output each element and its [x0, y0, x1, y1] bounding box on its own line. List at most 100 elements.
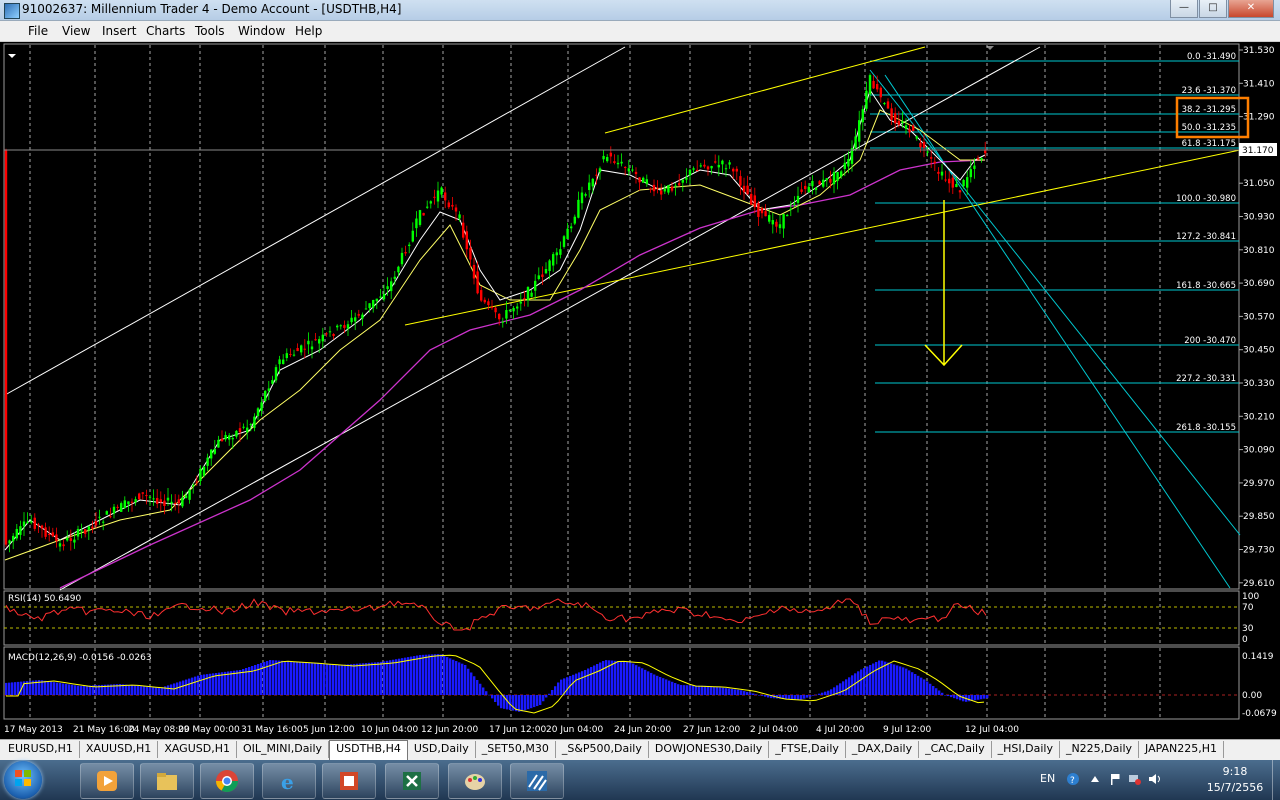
symbol-tab[interactable]: OIL_MINI,Daily — [237, 741, 330, 758]
menu-help[interactable]: Help — [295, 24, 322, 38]
candle-body — [717, 164, 720, 168]
menu-charts[interactable]: Charts — [146, 24, 185, 38]
network-icon[interactable] — [1128, 772, 1142, 786]
symbol-tab[interactable]: _SET50,M30 — [476, 741, 556, 758]
macd-bar — [386, 660, 389, 695]
candle-body — [141, 492, 144, 494]
clock[interactable]: 9:18 15/7/2556 — [1200, 764, 1270, 796]
start-button[interactable] — [4, 761, 42, 799]
menu-file[interactable]: File — [28, 24, 48, 38]
tray-arrow-icon[interactable] — [1088, 772, 1102, 786]
symbol-tab[interactable]: _S&P500,Daily — [556, 741, 649, 758]
chart-window[interactable]: 31.53031.41031.29031.17031.05030.93030.8… — [0, 42, 1280, 738]
macd-bar — [341, 664, 344, 695]
symbol-tab[interactable]: USDTHB,H4 — [329, 740, 408, 760]
candle-body — [436, 190, 440, 202]
taskbar-explorer[interactable] — [140, 763, 194, 799]
taskbar-chrome[interactable] — [200, 763, 254, 799]
fib-level-label: 200 -30.470 — [1184, 336, 1236, 346]
show-desktop-button[interactable] — [1272, 760, 1280, 800]
candle-body — [915, 136, 918, 139]
time-axis-label: 9 Jul 12:00 — [883, 725, 932, 735]
macd-bar — [932, 686, 935, 695]
macd-bar — [536, 695, 539, 707]
symbol-tab[interactable]: _FTSE,Daily — [769, 741, 846, 758]
candle-body — [314, 339, 317, 341]
symbol-tab[interactable]: EURUSD,H1 — [2, 741, 80, 758]
symbol-tab[interactable]: USD,Daily — [408, 741, 476, 758]
taskbar-trader[interactable] — [510, 763, 564, 799]
macd-bar — [470, 672, 473, 695]
macd-bar — [560, 679, 563, 695]
macd-bar — [716, 686, 719, 695]
macd-bar — [977, 695, 980, 700]
macd-bar — [881, 660, 884, 695]
candle-body — [217, 439, 220, 448]
candle-body — [883, 103, 886, 105]
symbol-tab[interactable]: JAPAN225,H1 — [1139, 741, 1225, 758]
symbol-tab[interactable]: XAGUSD,H1 — [158, 741, 237, 758]
candle-body — [8, 540, 11, 544]
taskbar-excel[interactable] — [385, 763, 439, 799]
flag-icon[interactable] — [1108, 772, 1122, 786]
candle-body — [663, 188, 666, 192]
candle-body — [91, 526, 94, 529]
symbol-tab[interactable]: DOWJONES30,Daily — [649, 741, 770, 758]
menu-tools[interactable]: Tools — [195, 24, 225, 38]
taskbar-ie[interactable]: e — [262, 763, 316, 799]
macd-bar — [527, 695, 530, 710]
symbol-tab[interactable]: _DAX,Daily — [846, 741, 920, 758]
macd-bar — [713, 686, 716, 695]
candle-body — [336, 325, 339, 328]
window-titlebar[interactable]: 91002637: Millennium Trader 4 - Demo Acc… — [0, 0, 1280, 21]
macd-bar — [944, 695, 947, 696]
macd-bar — [683, 685, 686, 695]
fib-level-label: 261.8 -30.155 — [1176, 423, 1236, 433]
candle-body — [429, 201, 432, 204]
macd-bar — [440, 654, 443, 695]
taskbar-paint[interactable] — [448, 763, 502, 799]
macd-bar — [68, 684, 71, 695]
candle-body — [123, 500, 126, 508]
price-chart[interactable]: 31.53031.41031.29031.17031.05030.93030.8… — [0, 42, 1280, 738]
time-axis-label: 12 Jun 20:00 — [421, 725, 478, 735]
macd-bar — [815, 694, 818, 696]
maximize-button[interactable]: □ — [1199, 0, 1227, 18]
menu-insert[interactable]: Insert — [102, 24, 136, 38]
candle-body — [296, 348, 299, 352]
language-indicator[interactable]: EN — [1040, 772, 1055, 785]
macd-bar — [533, 695, 536, 708]
macd-bar — [155, 687, 158, 695]
candle-body — [710, 166, 713, 169]
close-button[interactable]: ✕ — [1228, 0, 1274, 18]
volume-icon[interactable] — [1148, 772, 1162, 786]
menu-view[interactable]: View — [62, 24, 90, 38]
candle-body — [260, 402, 263, 411]
symbol-tab[interactable]: _CAC,Daily — [919, 741, 992, 758]
help-icon[interactable]: ? — [1066, 772, 1080, 786]
taskbar-powerpoint[interactable] — [322, 763, 376, 799]
candle-body — [282, 359, 285, 365]
macd-bar — [137, 685, 140, 695]
macd-bar — [926, 681, 929, 695]
macd-bar — [974, 695, 977, 701]
candle-body — [807, 186, 810, 193]
candle-body — [573, 216, 576, 224]
candle-body — [811, 180, 814, 187]
minimize-button[interactable]: — — [1170, 0, 1198, 18]
candle-body — [969, 169, 972, 178]
macd-bar — [353, 663, 356, 695]
macd-bar — [149, 687, 152, 695]
symbol-tab[interactable]: _HSI,Daily — [992, 741, 1060, 758]
macd-bar — [344, 664, 347, 695]
macd-bar — [206, 674, 209, 695]
symbol-tab[interactable]: _N225,Daily — [1060, 741, 1140, 758]
symbol-tab[interactable]: XAUUSD,H1 — [80, 741, 159, 758]
candle-body — [879, 87, 882, 98]
candle-body — [519, 301, 522, 304]
macd-bar — [323, 663, 326, 695]
macd-bar — [617, 661, 620, 695]
candle-body — [411, 230, 414, 242]
menu-window[interactable]: Window — [238, 24, 285, 38]
taskbar-media-player[interactable] — [80, 763, 134, 799]
